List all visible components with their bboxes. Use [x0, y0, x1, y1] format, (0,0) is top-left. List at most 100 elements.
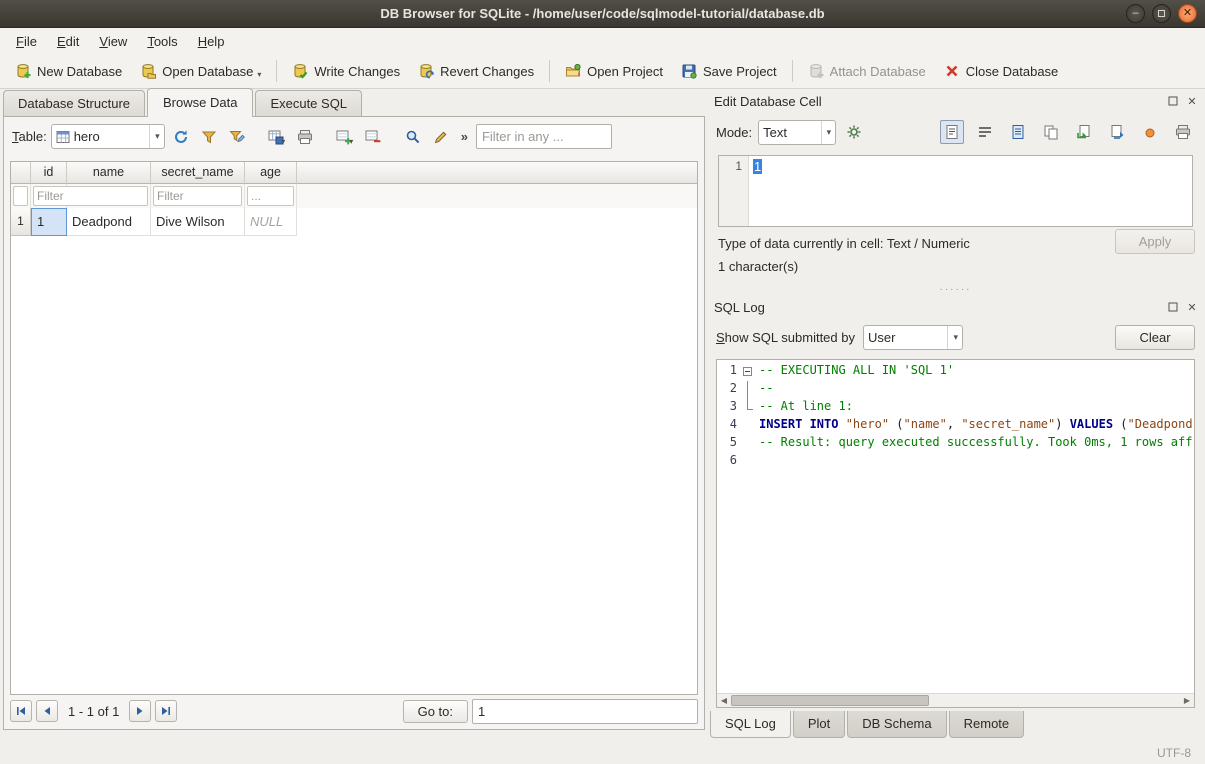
dock-close-button[interactable]: ✕	[1185, 94, 1199, 108]
mode-combo[interactable]: Text ▾	[758, 120, 836, 145]
menu-edit[interactable]: Edit	[47, 30, 89, 53]
cell-secret-name[interactable]: Dive Wilson	[151, 208, 245, 236]
scrollbar-track[interactable]	[731, 694, 1180, 707]
printer-icon	[1175, 124, 1191, 140]
column-header-age[interactable]: age	[245, 162, 297, 184]
edit-button[interactable]	[429, 125, 453, 149]
write-changes-button[interactable]: Write Changes	[283, 58, 409, 84]
funnel-edit-icon	[229, 129, 245, 145]
editor-content[interactable]: 1	[749, 156, 766, 226]
menu-tools[interactable]: Tools	[137, 30, 187, 53]
tab-browse-data[interactable]: Browse Data	[147, 88, 253, 117]
line-number: 6	[717, 453, 741, 471]
chevron-down-icon: ▾	[947, 326, 958, 349]
text-mode-button[interactable]	[940, 120, 964, 144]
sql-log-filter-combo[interactable]: User ▾	[863, 325, 963, 350]
print-cell-button[interactable]	[1171, 120, 1195, 144]
tab-db-schema[interactable]: DB Schema	[847, 711, 946, 738]
tab-remote[interactable]: Remote	[949, 711, 1025, 738]
dock-splitter-handle[interactable]: ······	[706, 283, 1205, 295]
column-header-id[interactable]: id	[31, 162, 67, 184]
find-button[interactable]	[401, 125, 425, 149]
close-icon: ✕	[1187, 301, 1196, 314]
sql-log-line: 6	[717, 453, 1194, 471]
refresh-button[interactable]	[169, 125, 193, 149]
last-page-button[interactable]	[155, 700, 177, 722]
close-database-button[interactable]: Close Database	[935, 58, 1068, 84]
first-page-button[interactable]	[10, 700, 32, 722]
dock-float-button[interactable]	[1166, 94, 1180, 108]
fold-marker-icon	[741, 435, 755, 453]
menu-view[interactable]: View	[89, 30, 137, 53]
import-cell-button[interactable]	[1072, 120, 1096, 144]
filter-input-secret-name[interactable]	[153, 186, 242, 206]
open-database-button[interactable]: Open Database ▾	[131, 58, 270, 84]
filter-any-input[interactable]	[476, 124, 612, 149]
minimize-button[interactable]: –	[1126, 4, 1145, 23]
fold-marker-icon[interactable]	[741, 363, 755, 381]
edit-cell-dock-header: Edit Database Cell ✕	[706, 89, 1205, 113]
word-wrap-button[interactable]	[973, 120, 997, 144]
table-combo[interactable]: hero ▾	[51, 124, 165, 149]
tab-execute-sql[interactable]: Execute SQL	[255, 90, 362, 117]
delete-record-button[interactable]	[361, 125, 385, 149]
goto-input[interactable]	[472, 699, 698, 724]
clear-log-button[interactable]: Clear	[1115, 325, 1195, 350]
filter-input-name[interactable]	[33, 186, 148, 206]
filter-input-age[interactable]	[247, 186, 294, 206]
export-cell-button[interactable]	[1105, 120, 1129, 144]
save-project-button[interactable]: Save Project	[672, 58, 786, 84]
attach-database-button: Attach Database	[799, 58, 935, 84]
close-button[interactable]: ✕	[1178, 4, 1197, 23]
sql-log-filter-value: User	[868, 330, 941, 345]
prev-page-button[interactable]	[36, 700, 58, 722]
export-arrow-icon	[1109, 124, 1125, 140]
row-header[interactable]: 1	[11, 208, 31, 236]
cell-settings-button[interactable]	[842, 120, 866, 144]
save-results-button[interactable]: ▾	[265, 125, 289, 149]
print-button[interactable]	[293, 125, 317, 149]
toolbar-separator	[792, 60, 793, 82]
cell-name[interactable]: Deadpond	[67, 208, 151, 236]
toolbar-overflow-button[interactable]: »	[457, 127, 472, 146]
clear-filters-button[interactable]	[197, 125, 221, 149]
horizontal-scrollbar[interactable]: ◀ ▶	[717, 693, 1194, 707]
tab-sql-log[interactable]: SQL Log	[710, 711, 791, 738]
open-project-button[interactable]: Open Project	[556, 58, 672, 84]
next-page-button[interactable]	[129, 700, 151, 722]
menu-file[interactable]: File	[6, 30, 47, 53]
printer-icon	[297, 129, 313, 145]
menu-help[interactable]: Help	[188, 30, 235, 53]
gear-icon	[846, 124, 862, 140]
cell-age[interactable]: NULL	[245, 208, 297, 236]
apply-button[interactable]: Apply	[1115, 229, 1195, 254]
scroll-right-icon[interactable]: ▶	[1180, 694, 1194, 707]
tab-plot[interactable]: Plot	[793, 711, 845, 738]
filter-input-id[interactable]	[13, 186, 28, 206]
cell-id[interactable]: 1	[31, 208, 67, 236]
write-changes-icon	[292, 63, 308, 79]
new-database-button[interactable]: New Database	[6, 58, 131, 84]
goto-button[interactable]: Go to:	[403, 700, 468, 723]
filter-options-button[interactable]	[225, 125, 249, 149]
column-header-name[interactable]: name	[67, 162, 151, 184]
open-database-label: Open Database	[162, 64, 253, 79]
dock-float-button[interactable]	[1166, 300, 1180, 314]
window-controls: – ✕	[1126, 4, 1197, 23]
open-in-editor-button[interactable]	[1006, 120, 1030, 144]
new-record-button[interactable]: ▾	[333, 125, 357, 149]
tab-database-structure[interactable]: Database Structure	[3, 90, 145, 117]
copy-cell-button[interactable]	[1039, 120, 1063, 144]
scroll-left-icon[interactable]: ◀	[717, 694, 731, 707]
maximize-button[interactable]	[1152, 4, 1171, 23]
set-null-button[interactable]	[1138, 120, 1162, 144]
dock-close-button[interactable]: ✕	[1185, 300, 1199, 314]
column-header-secret-name[interactable]: secret_name	[151, 162, 245, 184]
scrollbar-thumb[interactable]	[731, 695, 929, 706]
sql-log-text: -- Result: query executed successfully. …	[755, 435, 1194, 453]
cell-editor[interactable]: 1 1	[718, 155, 1193, 227]
magnifier-icon	[405, 129, 421, 145]
revert-changes-button[interactable]: Revert Changes	[409, 58, 543, 84]
sql-log-view[interactable]: 1-- EXECUTING ALL IN 'SQL 1'2--3-- At li…	[716, 359, 1195, 708]
open-database-dropdown-icon[interactable]: ▾	[257, 70, 261, 79]
